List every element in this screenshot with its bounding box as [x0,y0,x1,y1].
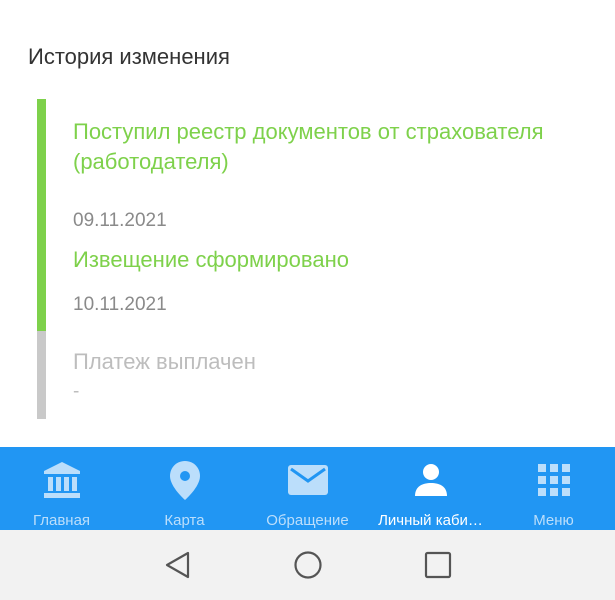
event-title: Платеж выплачен [73,349,256,374]
timeline-progress-bar-pending [37,331,46,419]
grid-icon [532,458,576,502]
history-event: Поступил реестр документов от страховате… [73,117,609,231]
nav-item-menu[interactable]: Меню [492,447,615,530]
history-timeline: Поступил реестр документов от страховате… [37,99,615,419]
event-title: Поступил реестр документов от страховате… [73,119,544,174]
history-event: Платеж выплачен - [73,347,609,402]
location-pin-icon [163,458,207,502]
bottom-navigation: Главная Карта Обращение Личный каби… Мен… [0,447,615,530]
home-circle-icon[interactable] [283,540,333,590]
envelope-icon [286,458,330,502]
person-icon [409,458,453,502]
nav-item-appeal[interactable]: Обращение [246,447,369,530]
event-date: - [73,381,80,402]
nav-label-appeal: Обращение [266,512,349,529]
event-title: Извещение сформировано [73,247,349,272]
nav-label-personal-account: Личный каби… [378,512,483,529]
recent-apps-square-icon[interactable] [413,540,463,590]
nav-item-map[interactable]: Карта [123,447,246,530]
timeline-progress-bar-done [37,99,46,331]
bank-icon [40,458,84,502]
event-date: 10.11.2021 [73,294,167,315]
history-title: История изменения [28,44,230,69]
system-navigation-bar [0,530,615,600]
nav-item-personal-account[interactable]: Личный каби… [369,447,492,530]
nav-label-home: Главная [32,512,91,529]
nav-label-menu: Меню [533,512,574,529]
nav-label-map: Карта [164,512,205,529]
event-date: 09.11.2021 [73,210,167,231]
nav-item-home[interactable]: Главная [0,447,123,530]
history-event: Извещение сформировано 10.11.2021 [73,245,609,315]
back-triangle-icon[interactable] [153,540,203,590]
